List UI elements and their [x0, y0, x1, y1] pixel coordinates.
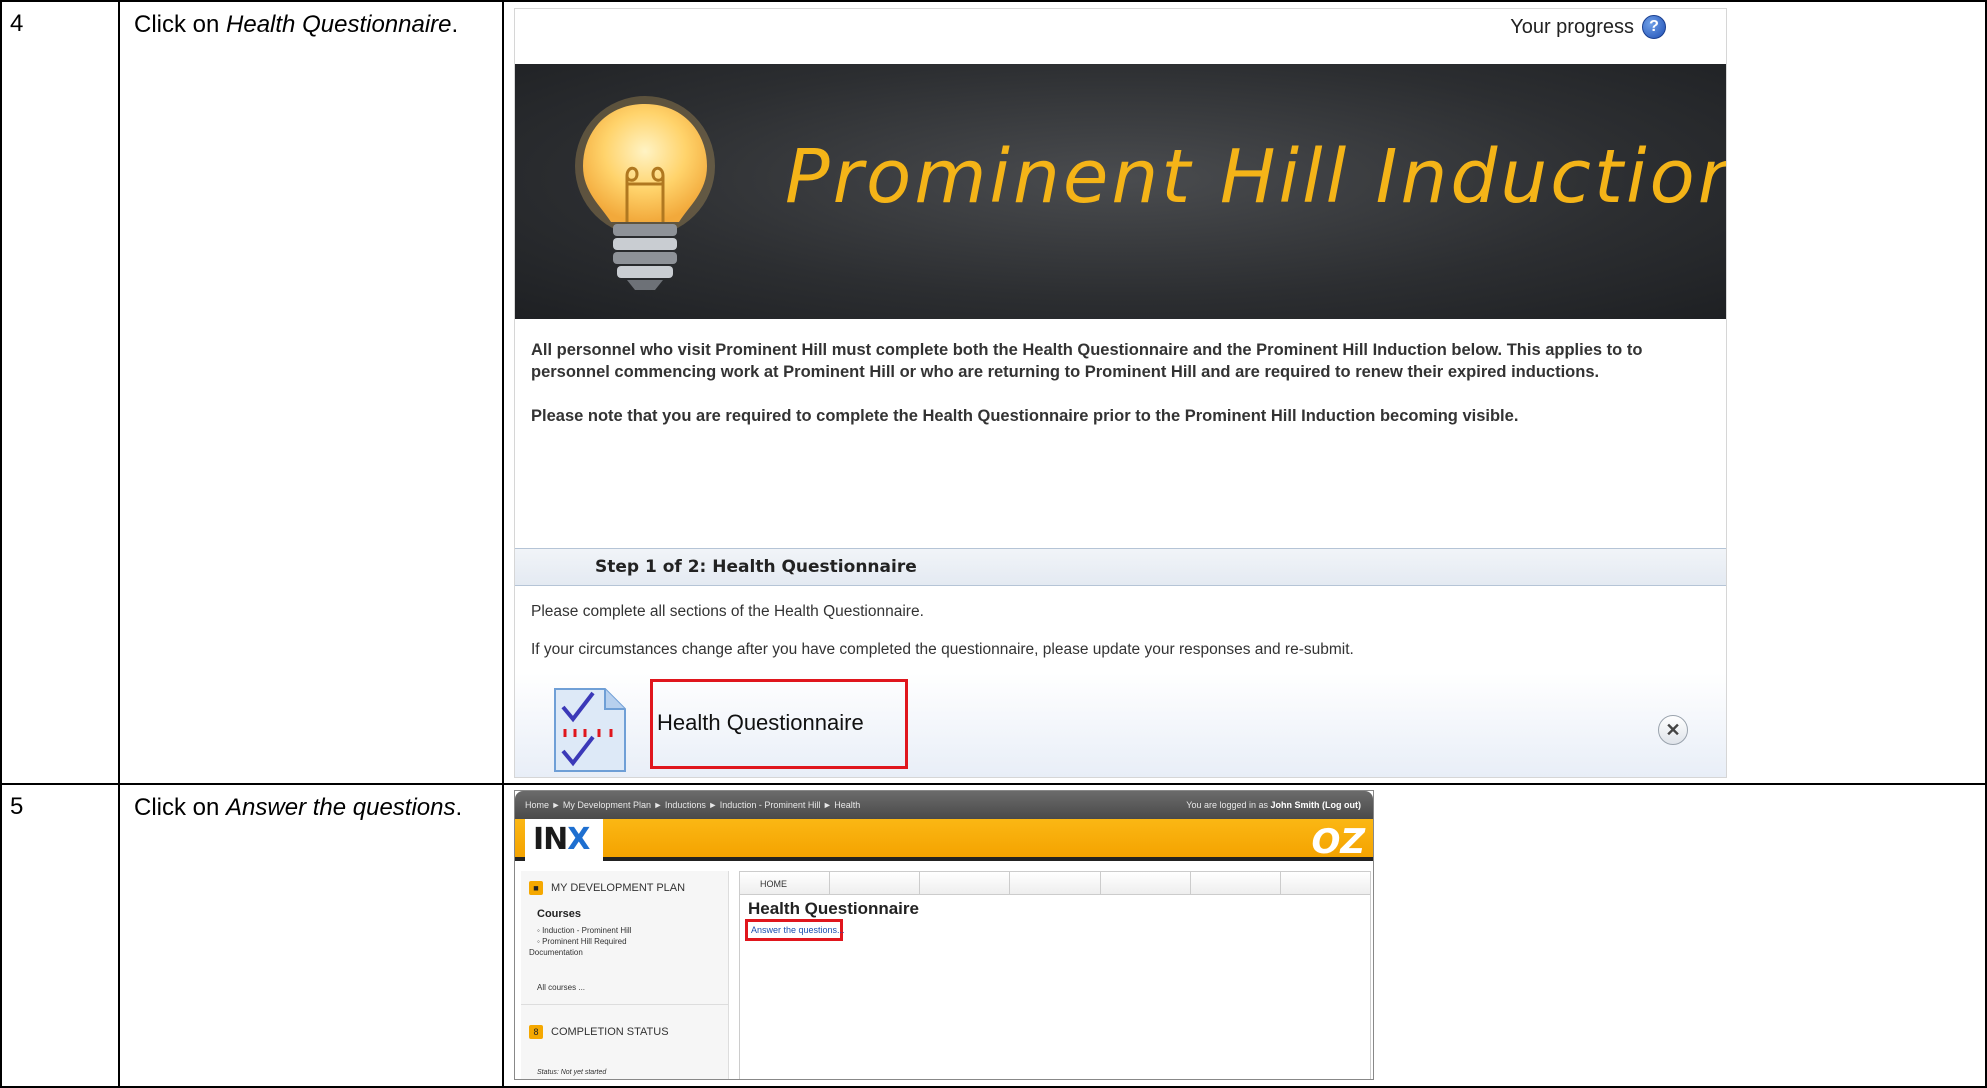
- step-instruction: Click on Answer the questions.: [134, 789, 474, 827]
- activity-row: Health Questionnaire ✕: [515, 673, 1726, 777]
- course-banner: Prominent Hill Induction: [515, 64, 1726, 319]
- courses-heading: Courses: [537, 908, 582, 920]
- instruction-suffix: .: [451, 11, 459, 38]
- course-link-continued[interactable]: Documentation: [529, 947, 631, 958]
- tab[interactable]: [1280, 871, 1371, 895]
- step-number: 5: [10, 793, 24, 820]
- course-link[interactable]: Prominent Hill Required: [537, 936, 631, 947]
- table-col-divider: [502, 0, 504, 1088]
- help-icon[interactable]: ?: [1642, 15, 1666, 39]
- tab[interactable]: [830, 871, 921, 895]
- inx-logo: INX: [525, 819, 603, 861]
- progress-link[interactable]: Your progress ?: [1510, 15, 1666, 39]
- table-border-left: [0, 0, 2, 1088]
- logo-text: IN: [533, 822, 568, 857]
- breadcrumb[interactable]: Home ► My Development Plan ► Inductions …: [525, 800, 860, 810]
- progress-label: Your progress: [1510, 15, 1634, 38]
- nav-tabs: HOME: [739, 871, 1371, 895]
- login-prefix: You are logged in as: [1186, 800, 1271, 810]
- step-number: 4: [10, 10, 24, 37]
- intro-paragraph: All personnel who visit Prominent Hill m…: [531, 341, 1643, 381]
- instruction-target: Health Questionnaire: [226, 11, 452, 38]
- tab-home[interactable]: HOME: [739, 871, 831, 895]
- page-title: Health Questionnaire: [748, 899, 919, 918]
- logo-text-x: X: [567, 822, 590, 857]
- logout-link[interactable]: (Log out): [1320, 800, 1361, 810]
- oz-logo: OZ: [1311, 822, 1365, 862]
- sidebar-title-label: COMPLETION STATUS: [551, 1026, 669, 1038]
- course-page-screenshot: Your progress ? Prominent Hill Induction…: [514, 8, 1727, 778]
- activity-page-screenshot: Home ► My Development Plan ► Inductions …: [514, 790, 1374, 1080]
- lightbulb-icon: [575, 96, 715, 290]
- tab[interactable]: [1100, 871, 1191, 895]
- completion-status: Status: Not yet started: [537, 1069, 607, 1076]
- section-description: If your circumstances change after you h…: [531, 641, 1354, 658]
- completion-icon: 8: [529, 1025, 543, 1039]
- course-list: Induction - Prominent Hill Prominent Hil…: [529, 925, 631, 958]
- tab[interactable]: [1190, 871, 1281, 895]
- sidebar: ■ MY DEVELOPMENT PLAN Courses Induction …: [521, 871, 729, 1079]
- table-row-divider: [0, 783, 1987, 785]
- tab[interactable]: [1010, 871, 1101, 895]
- all-courses-link[interactable]: All courses ...: [537, 983, 585, 992]
- questionnaire-icon[interactable]: [553, 687, 627, 773]
- intro-note: Please note that you are required to com…: [531, 407, 1519, 425]
- answer-link-label: Answer the questions...: [751, 925, 845, 935]
- instruction-prefix: Click on: [134, 11, 227, 38]
- plan-icon: ■: [529, 881, 543, 895]
- section-description: Please complete all sections of the Heal…: [531, 603, 924, 620]
- login-user[interactable]: John Smith: [1271, 800, 1320, 810]
- sidebar-title-label: MY DEVELOPMENT PLAN: [551, 882, 686, 894]
- activity-label: Health Questionnaire: [657, 710, 864, 735]
- section-header: Step 1 of 2: Health Questionnaire: [515, 548, 1726, 586]
- sidebar-block-title: ■ MY DEVELOPMENT PLAN: [529, 881, 685, 895]
- sidebar-block-title: 8 COMPLETION STATUS: [529, 1025, 669, 1039]
- login-info: You are logged in as John Smith (Log out…: [1186, 800, 1361, 810]
- step-instruction: Click on Health Questionnaire.: [134, 6, 474, 44]
- close-icon[interactable]: ✕: [1658, 715, 1688, 745]
- instruction-suffix: .: [455, 794, 463, 821]
- intro-text: All personnel who visit Prominent Hill m…: [531, 339, 1701, 449]
- sidebar-divider: [521, 1004, 729, 1005]
- instruction-prefix: Click on: [134, 794, 227, 821]
- health-questionnaire-link[interactable]: Health Questionnaire: [650, 679, 908, 769]
- table-col-divider: [118, 0, 120, 1088]
- course-link[interactable]: Induction - Prominent Hill: [537, 925, 631, 936]
- answer-questions-link[interactable]: Answer the questions...: [745, 919, 845, 941]
- section-title: Step 1 of 2: Health Questionnaire: [595, 557, 917, 577]
- brand-header: INX OZ: [515, 819, 1373, 862]
- banner-title: Prominent Hill Induction: [785, 134, 1726, 220]
- table-border-top: [0, 0, 1987, 2]
- tab[interactable]: [920, 871, 1011, 895]
- breadcrumb-bar: Home ► My Development Plan ► Inductions …: [515, 791, 1373, 819]
- main-content: Health Questionnaire Answer the question…: [739, 895, 1371, 1079]
- instruction-target: Answer the questions: [226, 794, 456, 821]
